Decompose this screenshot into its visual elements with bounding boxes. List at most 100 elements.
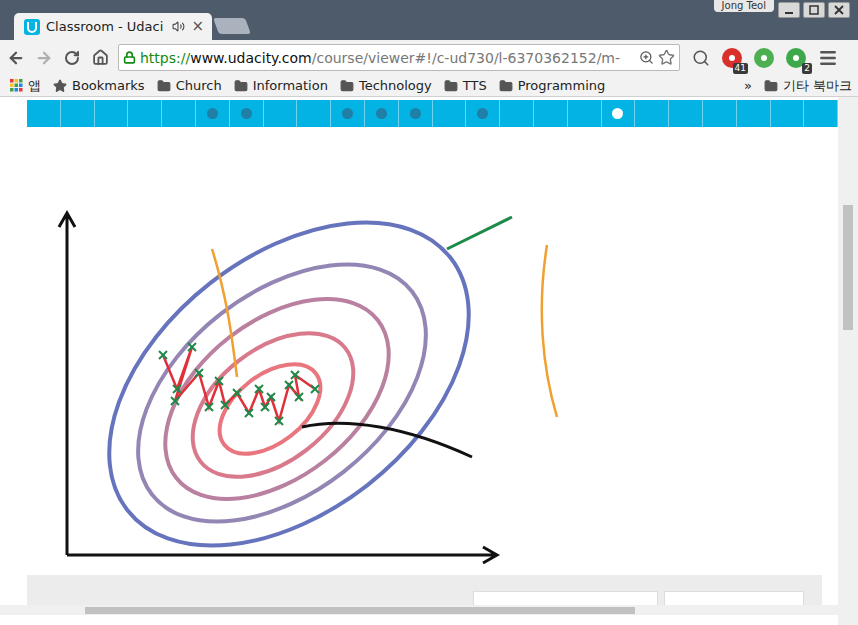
progress-segment[interactable] [128,100,162,127]
scroll-thumb[interactable] [85,607,635,614]
address-bar[interactable]: https://www.udacity.com/course/viewer#!/… [118,44,680,71]
maximize-button[interactable] [803,2,825,18]
video-frame[interactable] [27,127,838,575]
browser-tab[interactable]: Classroom - Udaci × [14,13,212,40]
progress-dot [72,108,83,119]
progress-segment[interactable] [331,100,365,127]
extension-button[interactable]: 2 [786,48,806,68]
home-icon [92,49,109,66]
progress-segment[interactable] [804,100,838,127]
back-arrow-icon [7,49,25,67]
progress-segment[interactable] [27,100,61,127]
progress-dot [443,108,454,119]
progress-dot [612,108,623,119]
minimize-button[interactable] [778,2,800,18]
progress-segment[interactable] [264,100,298,127]
progress-segment[interactable] [196,100,230,127]
folder-icon [157,79,171,93]
folder-icon [234,79,248,93]
progress-dot [781,108,792,119]
progress-segment[interactable] [500,100,534,127]
progress-dot [477,108,488,119]
bookmark-item[interactable]: Information [234,78,328,93]
gradient-descent-drawing [27,127,838,575]
back-button[interactable] [6,48,26,68]
progress-dot [173,108,184,119]
progress-segment[interactable] [635,100,669,127]
progress-dot [511,108,522,119]
lock-icon [123,51,136,64]
other-bookmarks[interactable]: 기타 북마크 [764,77,852,95]
progress-dot [38,108,49,119]
extensions: 41 2 [692,48,838,68]
progress-dot [815,108,826,119]
progress-dot [545,108,556,119]
udacity-favicon-icon [24,19,40,35]
progress-segment[interactable] [771,100,805,127]
close-window-button[interactable] [828,2,850,18]
bookmarks-bar: 앱 Bookmarks Church Information Technology TTS… [0,75,858,97]
progress-dot [646,108,657,119]
footer-box[interactable] [473,591,658,605]
progress-dot [139,108,150,119]
progress-segment[interactable] [534,100,568,127]
progress-segment[interactable] [230,100,264,127]
scroll-thumb[interactable] [843,205,853,330]
progress-segment[interactable] [297,100,331,127]
progress-dot [241,108,252,119]
progress-segment[interactable] [162,100,196,127]
progress-dot [342,108,353,119]
extension-button[interactable]: 41 [722,48,742,68]
progress-dot [207,108,218,119]
progress-segment[interactable] [95,100,129,127]
menu-icon[interactable] [818,48,838,68]
bookmark-item[interactable]: 앱 [10,77,41,95]
progress-segment[interactable] [737,100,771,127]
horizontal-scrollbar[interactable] [0,605,838,615]
bookmark-star-icon[interactable] [658,49,675,66]
progress-segment[interactable] [365,100,399,127]
bookmarks-overflow-button[interactable]: » [744,78,752,93]
progress-segment[interactable] [433,100,467,127]
toolbar: https://www.udacity.com/course/viewer#!/… [0,40,858,75]
new-tab-button[interactable] [213,18,251,34]
progress-segment[interactable] [466,100,500,127]
profile-name[interactable]: Jong Teol [714,0,774,12]
zoom-icon[interactable] [639,50,654,65]
bookmark-item[interactable]: Technology [340,78,432,93]
footer-box[interactable] [664,591,804,605]
vertical-scrollbar[interactable] [838,97,858,625]
progress-segment[interactable] [669,100,703,127]
lesson-progress-bar [27,100,838,127]
progress-segment[interactable] [602,100,636,127]
forward-button[interactable] [34,48,54,68]
browser-window: Classroom - Udaci × Jong Teol https://www.u… [0,0,858,625]
tab-title: Classroom - Udaci [46,19,166,34]
star-icon [53,79,67,93]
folder-icon [444,79,458,93]
progress-dot [376,108,387,119]
progress-segment[interactable] [61,100,95,127]
window-controls [778,2,850,18]
minimize-icon [784,5,794,15]
progress-dot [105,108,116,119]
progress-segment[interactable] [703,100,737,127]
reload-icon [64,50,80,66]
home-button[interactable] [90,48,110,68]
folder-icon [340,79,354,93]
progress-segment[interactable] [399,100,433,127]
bookmark-item[interactable]: TTS [444,78,487,93]
progress-segment[interactable] [568,100,602,127]
search-extension-icon[interactable] [692,49,710,67]
classroom-page [0,97,838,625]
progress-dot [680,108,691,119]
tab-close-button[interactable]: × [191,19,204,34]
bookmark-item[interactable]: Bookmarks [53,78,145,93]
url-text: https://www.udacity.com/course/viewer#!/… [140,50,635,66]
tab-strip: Classroom - Udaci × Jong Teol [0,0,858,40]
reload-button[interactable] [62,48,82,68]
extension-button[interactable] [754,48,774,68]
bookmark-item[interactable]: Church [157,78,222,93]
progress-dot [714,108,725,119]
bookmark-item[interactable]: Programming [499,78,606,93]
